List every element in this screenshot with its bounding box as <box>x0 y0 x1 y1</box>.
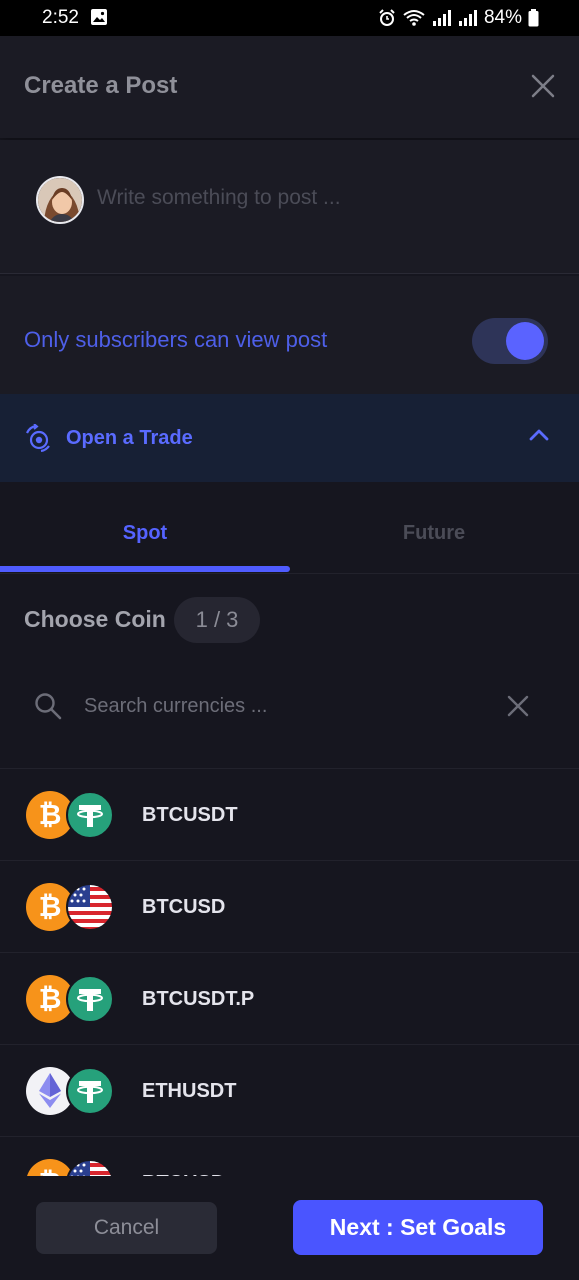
clear-search-icon[interactable] <box>506 694 530 718</box>
footer-actions: Cancel Next : Set Goals <box>0 1176 579 1280</box>
search-input[interactable] <box>84 690 484 722</box>
usd-flag-icon <box>67 1159 113 1176</box>
bitcoin-icon: ₿ <box>27 1159 73 1176</box>
wifi-icon <box>403 10 425 26</box>
svg-text:₿: ₿ <box>39 983 62 1014</box>
status-time: 2:52 <box>42 7 79 28</box>
pair-coin-icons: ₿ <box>26 975 114 1023</box>
pair-symbol: ETHUSDT <box>142 1080 237 1102</box>
signal-icon-2 <box>458 10 477 26</box>
next-set-goals-button[interactable]: Next : Set Goals <box>293 1200 543 1255</box>
pair-coin-icons <box>26 1067 114 1115</box>
pair-coin-icons: ₿ <box>26 791 114 839</box>
pair-row[interactable]: ₿ BTCUSD <box>0 861 579 953</box>
subscribers-label: Only subscribers can view post <box>24 327 328 352</box>
subscribers-toggle[interactable] <box>472 318 548 364</box>
alarm-icon <box>379 9 395 26</box>
pair-row[interactable]: ₿ BTCUSDT <box>0 769 579 861</box>
pair-row[interactable]: ₿BTCUSD <box>0 1137 579 1176</box>
svg-text:₿: ₿ <box>39 799 62 830</box>
cancel-button[interactable]: Cancel <box>36 1202 217 1254</box>
trade-type-tabs: Spot Future <box>0 482 579 574</box>
step-badge: 1 / 3 <box>174 597 260 643</box>
active-tab-indicator <box>0 566 290 572</box>
compose-area[interactable]: Write something to post ... <box>0 140 579 274</box>
usd-flag-icon <box>66 883 114 931</box>
battery-icon <box>528 9 539 27</box>
pair-row[interactable]: ₿ BTCUSDT.P <box>0 953 579 1045</box>
close-icon[interactable] <box>529 72 557 100</box>
pair-list[interactable]: ₿BTCUSDT₿BTCUSD₿BTCUSDT.PETHUSDT₿BTCUSD <box>0 768 579 1176</box>
post-input-placeholder[interactable]: Write something to post ... <box>97 186 341 210</box>
pair-symbol: BTCUSD <box>142 896 226 918</box>
post-header: Create a Post <box>0 36 579 138</box>
tab-future[interactable]: Future <box>289 482 579 574</box>
status-icons: 84% <box>378 7 539 29</box>
svg-text:₿: ₿ <box>39 891 62 922</box>
tab-spot[interactable]: Spot <box>0 482 290 574</box>
pair-symbol: BTCUSDT.P <box>142 988 255 1010</box>
toggle-knob <box>506 322 544 360</box>
search-icon <box>35 693 62 720</box>
battery-percent: 84% <box>483 7 522 28</box>
pair-symbol: BTCUSDT <box>142 804 238 826</box>
tether-icon <box>66 975 114 1023</box>
pair-coin-icons: ₿ <box>26 883 114 931</box>
chevron-up-icon[interactable] <box>529 428 549 442</box>
pair-row[interactable]: ETHUSDT <box>0 1045 579 1137</box>
tether-icon <box>66 1067 114 1115</box>
open-trade-label: Open a Trade <box>66 427 193 449</box>
page-title: Create a Post <box>24 72 178 99</box>
tether-icon <box>66 791 114 839</box>
status-bar: 2:52 84% <box>0 0 579 36</box>
choose-coin-label: Choose Coin <box>24 606 166 632</box>
avatar <box>36 176 84 224</box>
svg-text:₿: ₿ <box>39 1167 62 1176</box>
image-notification-icon <box>91 9 107 25</box>
signal-icon <box>432 10 451 26</box>
pair-coin-icons: ₿ <box>27 1159 113 1176</box>
target-swap-icon <box>25 424 50 452</box>
open-trade-section[interactable]: Open a Trade <box>0 394 579 482</box>
